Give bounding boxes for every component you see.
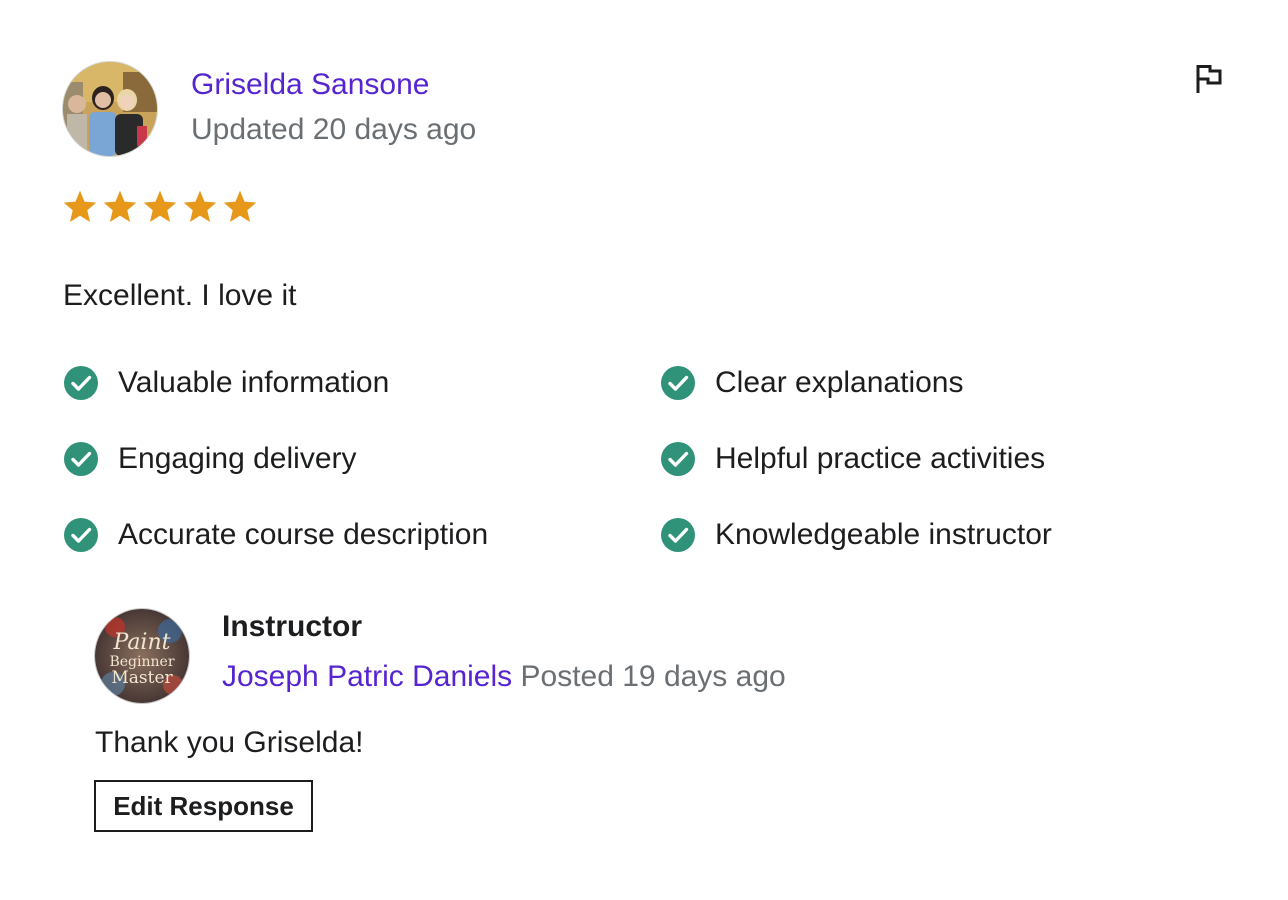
- feedback-tag-label: Engaging delivery: [118, 442, 357, 475]
- response-text: Thank you Griselda!: [95, 726, 364, 759]
- star-icon: [223, 190, 257, 222]
- check-circle-icon: [660, 517, 696, 553]
- feedback-tag-label: Helpful practice activities: [715, 442, 1046, 475]
- feedback-tag: Knowledgeable instructor: [660, 516, 1213, 554]
- response-role-label: Instructor: [222, 610, 363, 643]
- check-circle-icon: [63, 365, 99, 401]
- edit-response-button[interactable]: Edit Response: [94, 780, 313, 832]
- check-circle-icon: [660, 441, 696, 477]
- feedback-tag-label: Accurate course description: [118, 518, 489, 551]
- feedback-tag-label: Knowledgeable instructor: [715, 518, 1052, 551]
- avatar-logo-text: Paint: [113, 630, 171, 655]
- instructor-avatar: Paint Beginner Master: [95, 609, 189, 703]
- feedback-tag: Accurate course description: [63, 516, 660, 554]
- feedback-tag: Engaging delivery: [63, 440, 660, 478]
- feedback-tags: Valuable information Clear explanations En…: [63, 364, 1213, 554]
- avatar-logo-text: Master: [111, 668, 173, 688]
- star-icon: [183, 190, 217, 222]
- review-text: Excellent. I love it: [63, 279, 297, 312]
- feedback-tag: Helpful practice activities: [660, 440, 1213, 478]
- feedback-tag-label: Clear explanations: [715, 366, 964, 399]
- star-rating: [63, 190, 257, 224]
- check-circle-icon: [63, 517, 99, 553]
- response-byline: Joseph Patric Daniels Posted 19 days ago: [222, 658, 786, 696]
- feedback-tag: Valuable information: [63, 364, 660, 402]
- instructor-name[interactable]: Joseph Patric Daniels: [222, 660, 512, 693]
- feedback-tag-label: Valuable information: [118, 366, 390, 399]
- star-icon: [143, 190, 177, 222]
- check-circle-icon: [660, 365, 696, 401]
- check-circle-icon: [63, 441, 99, 477]
- star-icon: [63, 190, 97, 222]
- star-icon: [103, 190, 137, 222]
- report-flag-button[interactable]: [1190, 60, 1228, 98]
- flag-icon: [1196, 65, 1222, 93]
- response-posted-time: Posted 19 days ago: [520, 660, 786, 693]
- reviewer-avatar: [63, 62, 157, 156]
- feedback-tag: Clear explanations: [660, 364, 1213, 402]
- reviewer-name[interactable]: Griselda Sansone: [191, 66, 429, 104]
- review-updated-time: Updated 20 days ago: [191, 113, 477, 146]
